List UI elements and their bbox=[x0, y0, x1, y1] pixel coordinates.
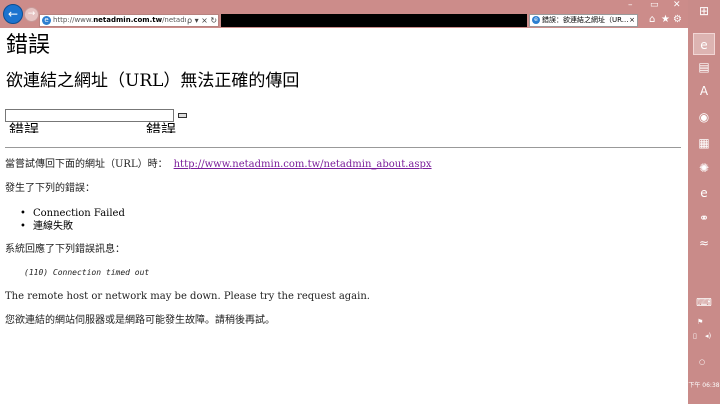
error-item-2: 連線失敗 bbox=[33, 221, 73, 232]
minimize-button[interactable]: – bbox=[628, 0, 633, 10]
system-reply-intro: 系統回應了下列錯誤訊息： bbox=[5, 244, 125, 255]
volume-icon[interactable]: ◂) bbox=[705, 332, 711, 340]
ie-icon[interactable]: e bbox=[693, 33, 715, 55]
network-icon[interactable]: ▯ bbox=[693, 332, 697, 340]
divider bbox=[5, 147, 681, 148]
list-item: • 連線失敗 bbox=[20, 220, 73, 233]
error-intro: 發生了下列的錯誤： bbox=[5, 183, 95, 194]
remote-app-icon[interactable]: ≈ bbox=[693, 232, 715, 254]
back-arrow-icon: ← bbox=[7, 7, 19, 21]
attempt-text: 當嘗試傳回下面的網址（URL）時： bbox=[5, 159, 168, 170]
system-message: (110) Connection timed out bbox=[24, 268, 150, 277]
error-page: 錯誤 欲連結之網址（URL）無法正確的傳回 錯誤 錯誤 當嘗試傳回下面的網址（U… bbox=[0, 28, 688, 404]
keyboard-icon[interactable]: ⌨ bbox=[696, 296, 712, 309]
chrome-icon[interactable]: ◉ bbox=[693, 106, 715, 128]
notepad-icon[interactable]: ▦ bbox=[693, 132, 715, 154]
ie-favicon-icon: e bbox=[42, 16, 51, 25]
advice-english: The remote host or network may be down. … bbox=[5, 291, 370, 302]
favorites-icon[interactable]: ★ bbox=[661, 14, 670, 25]
clock[interactable]: 下午 06:38 bbox=[688, 380, 720, 389]
ie-alt-icon[interactable]: e bbox=[693, 182, 715, 204]
forward-button[interactable]: → bbox=[24, 7, 39, 22]
attempt-line: 當嘗試傳回下面的網址（URL）時： http://www.netadmin.com… bbox=[5, 158, 432, 171]
flag-icon[interactable]: ⚑ bbox=[697, 318, 703, 326]
network-app-icon[interactable]: ⚭ bbox=[693, 207, 715, 229]
taskbar: ⊞ e ▤ A ◉ ▦ ✺ e ⚭ ≈ ⌨ ⚑ ▯ ◂) ○ 下午 06:38 bbox=[688, 0, 720, 404]
tab-favicon-icon: e bbox=[532, 16, 540, 24]
error-item-1: Connection Failed bbox=[33, 208, 125, 219]
attempt-url-link[interactable]: http://www.netadmin.com.tw/netadmin_abou… bbox=[174, 159, 432, 170]
home-icon[interactable]: ⌂ bbox=[649, 14, 655, 25]
media-icon[interactable]: ✺ bbox=[693, 157, 715, 179]
close-button[interactable]: ✕ bbox=[673, 0, 681, 10]
list-item: • Connection Failed bbox=[20, 207, 125, 220]
page-title: 錯誤 bbox=[6, 33, 51, 58]
file-explorer-icon[interactable]: ▤ bbox=[693, 56, 715, 78]
broken-image-button[interactable] bbox=[178, 113, 187, 118]
page-subtitle: 欲連結之網址（URL）無法正確的傳回 bbox=[6, 71, 300, 91]
broken-label-1: 錯誤 bbox=[9, 122, 40, 133]
tab-close-icon[interactable]: × bbox=[629, 15, 635, 26]
status-icon[interactable]: ○ bbox=[699, 358, 705, 366]
bullet-icon: • bbox=[20, 208, 26, 219]
text-input[interactable] bbox=[5, 109, 174, 122]
acrobat-icon[interactable]: A bbox=[693, 80, 715, 102]
forward-arrow-icon: → bbox=[27, 9, 36, 19]
advice-chinese: 您欲連結的網站伺服器或是網路可能發生故障。請稍後再試。 bbox=[5, 315, 275, 326]
windows-icon[interactable]: ⊞ bbox=[693, 0, 715, 22]
settings-icon[interactable]: ⚙ bbox=[673, 14, 682, 25]
browser-toolbar: ← → e http://www.netadmin.com.tw/netadmi… bbox=[0, 0, 688, 28]
bullet-icon: • bbox=[20, 221, 26, 232]
tab-title: 錯誤：欲連結之網址（UR... bbox=[542, 16, 629, 24]
address-url[interactable]: http://www.netadmin.com.tw/netadmin_abou… bbox=[53, 15, 186, 26]
restore-button[interactable]: ▭ bbox=[650, 0, 659, 10]
tab-strip-empty bbox=[221, 14, 527, 27]
address-bar[interactable]: e http://www.netadmin.com.tw/netadmin_ab… bbox=[39, 14, 219, 27]
broken-label-2: 錯誤 bbox=[146, 122, 177, 133]
tab-active[interactable]: e 錯誤：欲連結之網址（UR... × bbox=[529, 14, 638, 27]
back-button[interactable]: ← bbox=[3, 4, 23, 24]
address-controls[interactable]: ρ ▾ × ↻ bbox=[187, 15, 217, 26]
